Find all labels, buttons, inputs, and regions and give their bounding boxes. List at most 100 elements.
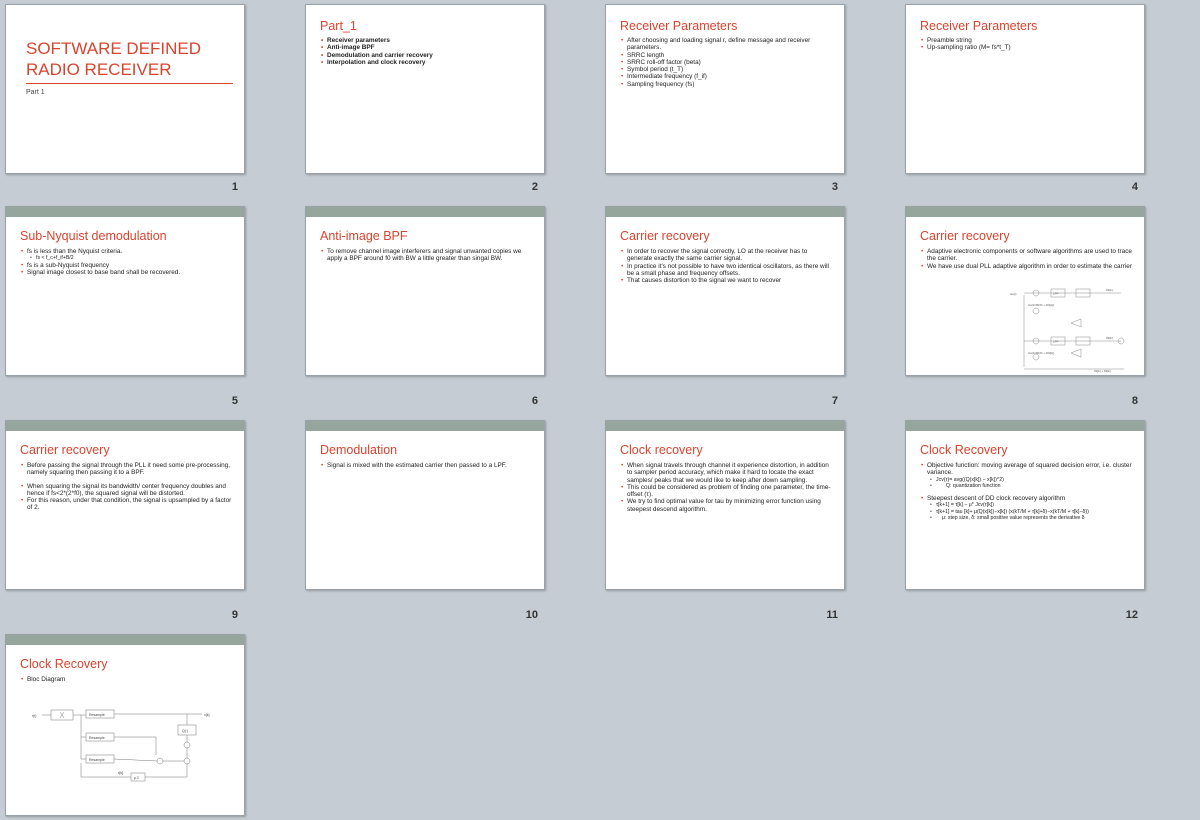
bullet-item: This could be considered as problem of f… — [621, 484, 832, 499]
bullet-item: Anti-image BPF — [321, 44, 532, 52]
theta2-output-label: θ2[k] — [1106, 336, 1113, 340]
slide-header-band — [306, 421, 544, 431]
bullet-item: For this reason, under that condition, t… — [21, 497, 232, 512]
slide-thumbnail-8[interactable]: Carrier recovery Adaptive electronic com… — [905, 206, 1145, 376]
bullet-list: Receiver parameters Anti-image BPF Demod… — [321, 37, 532, 67]
bullet-item: That causes distortion to the signal we … — [621, 277, 832, 285]
slide-thumbnail-13[interactable]: Clock Recovery Bloc Diagram — [5, 634, 245, 816]
resample-block-label: Resample — [89, 758, 105, 762]
slide-thumbnail-11[interactable]: Clock recovery When signal travels throu… — [605, 420, 845, 590]
pll2-block-label: sin(4πf0kTs + 2θ2[k]) — [1028, 351, 1054, 355]
slide-header-band — [6, 421, 244, 431]
bullet-item: SRRC roll-off factor (beta) — [621, 59, 832, 67]
slide-header-band — [306, 207, 544, 217]
slide-title: Receiver Parameters — [620, 19, 738, 33]
bullet-list: After choosing and loading signal r, def… — [621, 37, 832, 89]
slide-title: Anti-image BPF — [320, 229, 408, 243]
bullet-item: Up-sampling ratio (M= fs*t_T) — [921, 44, 1132, 52]
slide-title: Part_1 — [320, 19, 357, 33]
bullet-item: To remove channel image interferers and … — [321, 248, 532, 263]
bullet-list: When signal travels through channel it e… — [621, 462, 832, 513]
bullet-item: When signal travels through channel it e… — [621, 462, 832, 484]
output-signal-label: x[k] — [204, 713, 209, 717]
bullet-item: Interpolation and clock recovery — [321, 59, 532, 67]
input-signal-label: r(t) — [32, 714, 36, 718]
slide-number: 6 — [531, 395, 538, 407]
bullet-item: Sampling frequency (fs) — [621, 81, 832, 89]
slide-title: Receiver Parameters — [920, 19, 1038, 33]
slide-thumbnail-3[interactable]: Receiver Parameters After choosing and l… — [605, 4, 845, 174]
slide-title: Demodulation — [320, 443, 398, 457]
slide-number: 10 — [525, 609, 538, 621]
slide-number: 8 — [1131, 395, 1138, 407]
slide-title: Clock Recovery — [920, 443, 1008, 457]
pll1-block-label: sin(4πf0kTs + 2θ1[k]) — [1028, 303, 1054, 307]
bullet-item: Signal is mixed with the estimated carri… — [321, 462, 532, 470]
slide-header-band — [606, 421, 844, 431]
bullet-item: Before passing the signal through the PL… — [21, 462, 232, 477]
bullet-item: Intermediate frequency (f_if) — [621, 73, 832, 81]
slide-header-band — [906, 421, 1144, 431]
bullet-list: In order to recover the signal correctly… — [621, 248, 832, 285]
sub-bullet-item: μ: step size, δ: small positive value re… — [922, 515, 1132, 521]
slide-thumbnail-10[interactable]: Demodulation Signal is mixed with the es… — [305, 420, 545, 590]
slide-thumbnail-1[interactable]: SOFTWARE DEFINED RADIO RECEIVER Part 1 — [5, 4, 245, 174]
resample-block-label: Resample — [89, 736, 105, 740]
slide-thumbnail-2[interactable]: Part_1 Receiver parameters Anti-image BP… — [305, 4, 545, 174]
theta-sum-label: θ1[k] + θ2[k] — [1094, 369, 1111, 373]
bullet-list: fs is less than the Nyquist criteria. fs… — [21, 248, 232, 276]
slide-number: 3 — [831, 181, 838, 193]
slide-number: 1 — [231, 181, 238, 193]
bullet-item: We try to find optimal value for tau by … — [621, 498, 832, 513]
slide-subtitle: Part 1 — [26, 89, 45, 96]
bullet-item: Receiver parameters — [321, 37, 532, 45]
theta1-output-label: θ1[k] — [1106, 288, 1113, 292]
bullet-item: When squaring the signal its bandwidth/ … — [21, 483, 232, 498]
diagram-input-label: ws(t) — [1010, 292, 1017, 296]
clock-recovery-block-diagram: r(t) x[k] Resample Resample Resample Q(·… — [32, 709, 209, 782]
slide-title: Carrier recovery — [620, 229, 710, 243]
slide-header-band — [6, 207, 244, 217]
bullet-list: To remove channel image interferers and … — [321, 248, 532, 263]
bullet-list: Preamble string Up-sampling ratio (M= fs… — [921, 37, 1132, 52]
slide-thumbnail-4[interactable]: Receiver Parameters Preamble string Up-s… — [905, 4, 1145, 174]
bullet-item: After choosing and loading signal r, def… — [621, 37, 832, 52]
accumulator-block-label: μ Σ — [134, 776, 140, 780]
quantizer-block-label: Q(·) — [182, 729, 188, 733]
slide-number: 5 — [231, 395, 238, 407]
bullet-list: Objective function: moving average of sq… — [921, 462, 1132, 521]
bullet-list: Signal is mixed with the estimated carri… — [321, 462, 532, 470]
bullet-item: fs is a sub-Nyquist frequency — [21, 262, 232, 270]
bullet-item: In order to recover the signal correctly… — [621, 248, 832, 263]
tau-feedback-label: τ[k] — [118, 771, 123, 775]
slide-title: SOFTWARE DEFINED RADIO RECEIVER — [26, 39, 202, 79]
dual-pll-diagram: ws(t) LPF LPF sin(4πf0kTs + 2θ1[k]) sin(… — [1010, 288, 1125, 373]
bullet-item: In practice it's not possible to have tw… — [621, 263, 832, 278]
bullet-item: Objective function: moving average of sq… — [921, 462, 1132, 477]
bullet-list: Before passing the signal through the PL… — [21, 462, 232, 512]
resample-block-label: Resample — [89, 713, 105, 717]
slide-number: 2 — [531, 181, 538, 193]
bullet-item: Preamble string — [921, 37, 1132, 45]
lpf-label: LPF — [1053, 292, 1059, 296]
bullet-item: Symbol period (t_T) — [621, 66, 832, 74]
slide-number: 11 — [826, 609, 838, 621]
slide-number: 4 — [1131, 181, 1138, 193]
title-divider — [26, 83, 233, 84]
slide-thumbnail-5[interactable]: Sub-Nyquist demodulation fs is less than… — [5, 206, 245, 376]
slide-title: Clock recovery — [620, 443, 703, 457]
slide-title: Sub-Nyquist demodulation — [20, 229, 167, 243]
slide-header-band — [606, 207, 844, 217]
bullet-item: SRRC length — [621, 52, 832, 60]
slide-thumbnail-12[interactable]: Clock Recovery Objective function: movin… — [905, 420, 1145, 590]
slide-thumbnail-9[interactable]: Carrier recovery Before passing the sign… — [5, 420, 245, 590]
bullet-item: Demodulation and carrier recovery — [321, 52, 532, 60]
slide-number: 12 — [1125, 609, 1138, 621]
slide-number: 7 — [831, 395, 838, 407]
bullet-item: fs is less than the Nyquist criteria. — [21, 248, 232, 256]
bullet-item: Steepest descent of DD clock recovery al… — [921, 495, 1132, 503]
slide-thumbnail-6[interactable]: Anti-image BPF To remove channel image i… — [305, 206, 545, 376]
slide-number: 9 — [231, 609, 238, 621]
slide-thumbnail-7[interactable]: Carrier recovery In order to recover the… — [605, 206, 845, 376]
lpf-label: LPF — [1053, 340, 1059, 344]
